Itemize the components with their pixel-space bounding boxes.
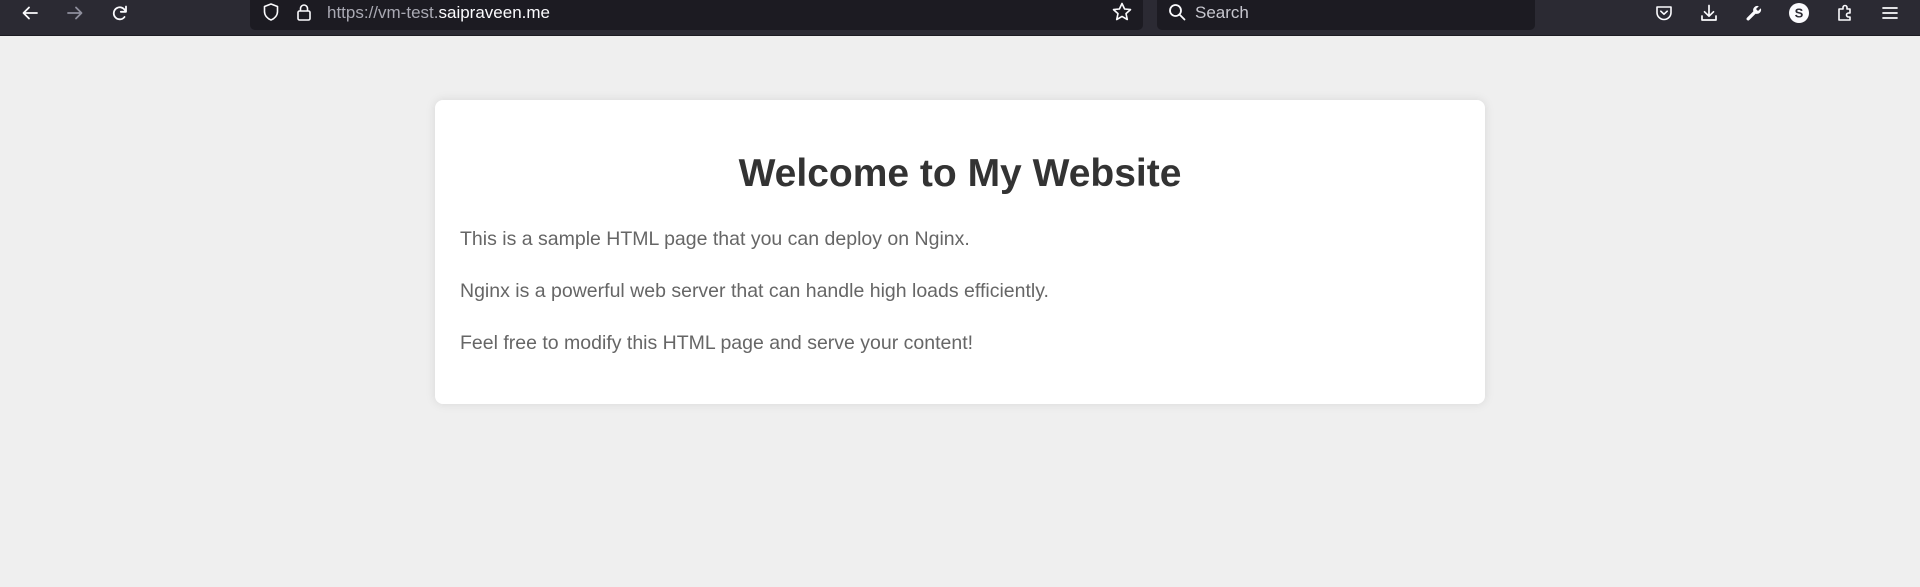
- forward-button[interactable]: [58, 0, 92, 26]
- extensions-icon: [1838, 4, 1851, 21]
- back-button[interactable]: [13, 0, 47, 26]
- paragraph: Feel free to modify this HTML page and s…: [460, 332, 974, 354]
- devtools-button[interactable]: [1737, 0, 1771, 26]
- downloads-button[interactable]: [1692, 0, 1726, 26]
- search-icon: [1167, 0, 1187, 24]
- reload-icon: [112, 5, 127, 21]
- download-icon: [1701, 4, 1717, 21]
- account-button[interactable]: S: [1782, 0, 1816, 26]
- account-initial: S: [1795, 6, 1804, 21]
- account-icon: S: [1789, 3, 1809, 23]
- extensions-button[interactable]: [1828, 0, 1862, 26]
- url-prefix: https://vm-test.: [327, 3, 439, 22]
- browser-toolbar: https://vm-test.saipraveen.me Search S: [0, 0, 1920, 36]
- address-bar[interactable]: https://vm-test.saipraveen.me: [250, 0, 1143, 30]
- forward-icon: [67, 6, 83, 20]
- pocket-button[interactable]: [1647, 0, 1681, 26]
- menu-icon: [1882, 7, 1898, 19]
- wrench-icon: [1746, 5, 1762, 21]
- paragraph: Nginx is a powerful web server that can …: [460, 280, 1049, 302]
- pocket-icon: [1656, 6, 1672, 21]
- reload-button[interactable]: [103, 0, 137, 26]
- back-icon: [22, 6, 38, 20]
- shield-icon[interactable]: [261, 0, 281, 24]
- page-title: Welcome to My Website: [738, 152, 1182, 195]
- star-icon[interactable]: [1111, 0, 1133, 24]
- url-domain: saipraveen.me: [438, 3, 550, 22]
- lock-icon[interactable]: [295, 0, 313, 24]
- search-bar[interactable]: Search: [1157, 0, 1535, 30]
- app-menu-button[interactable]: [1873, 0, 1907, 26]
- paragraph: This is a sample HTML page that you can …: [460, 228, 970, 250]
- url-text[interactable]: https://vm-test.saipraveen.me: [327, 3, 550, 23]
- content-card: Welcome to My Website This is a sample H…: [435, 100, 1485, 404]
- search-placeholder: Search: [1195, 3, 1249, 22]
